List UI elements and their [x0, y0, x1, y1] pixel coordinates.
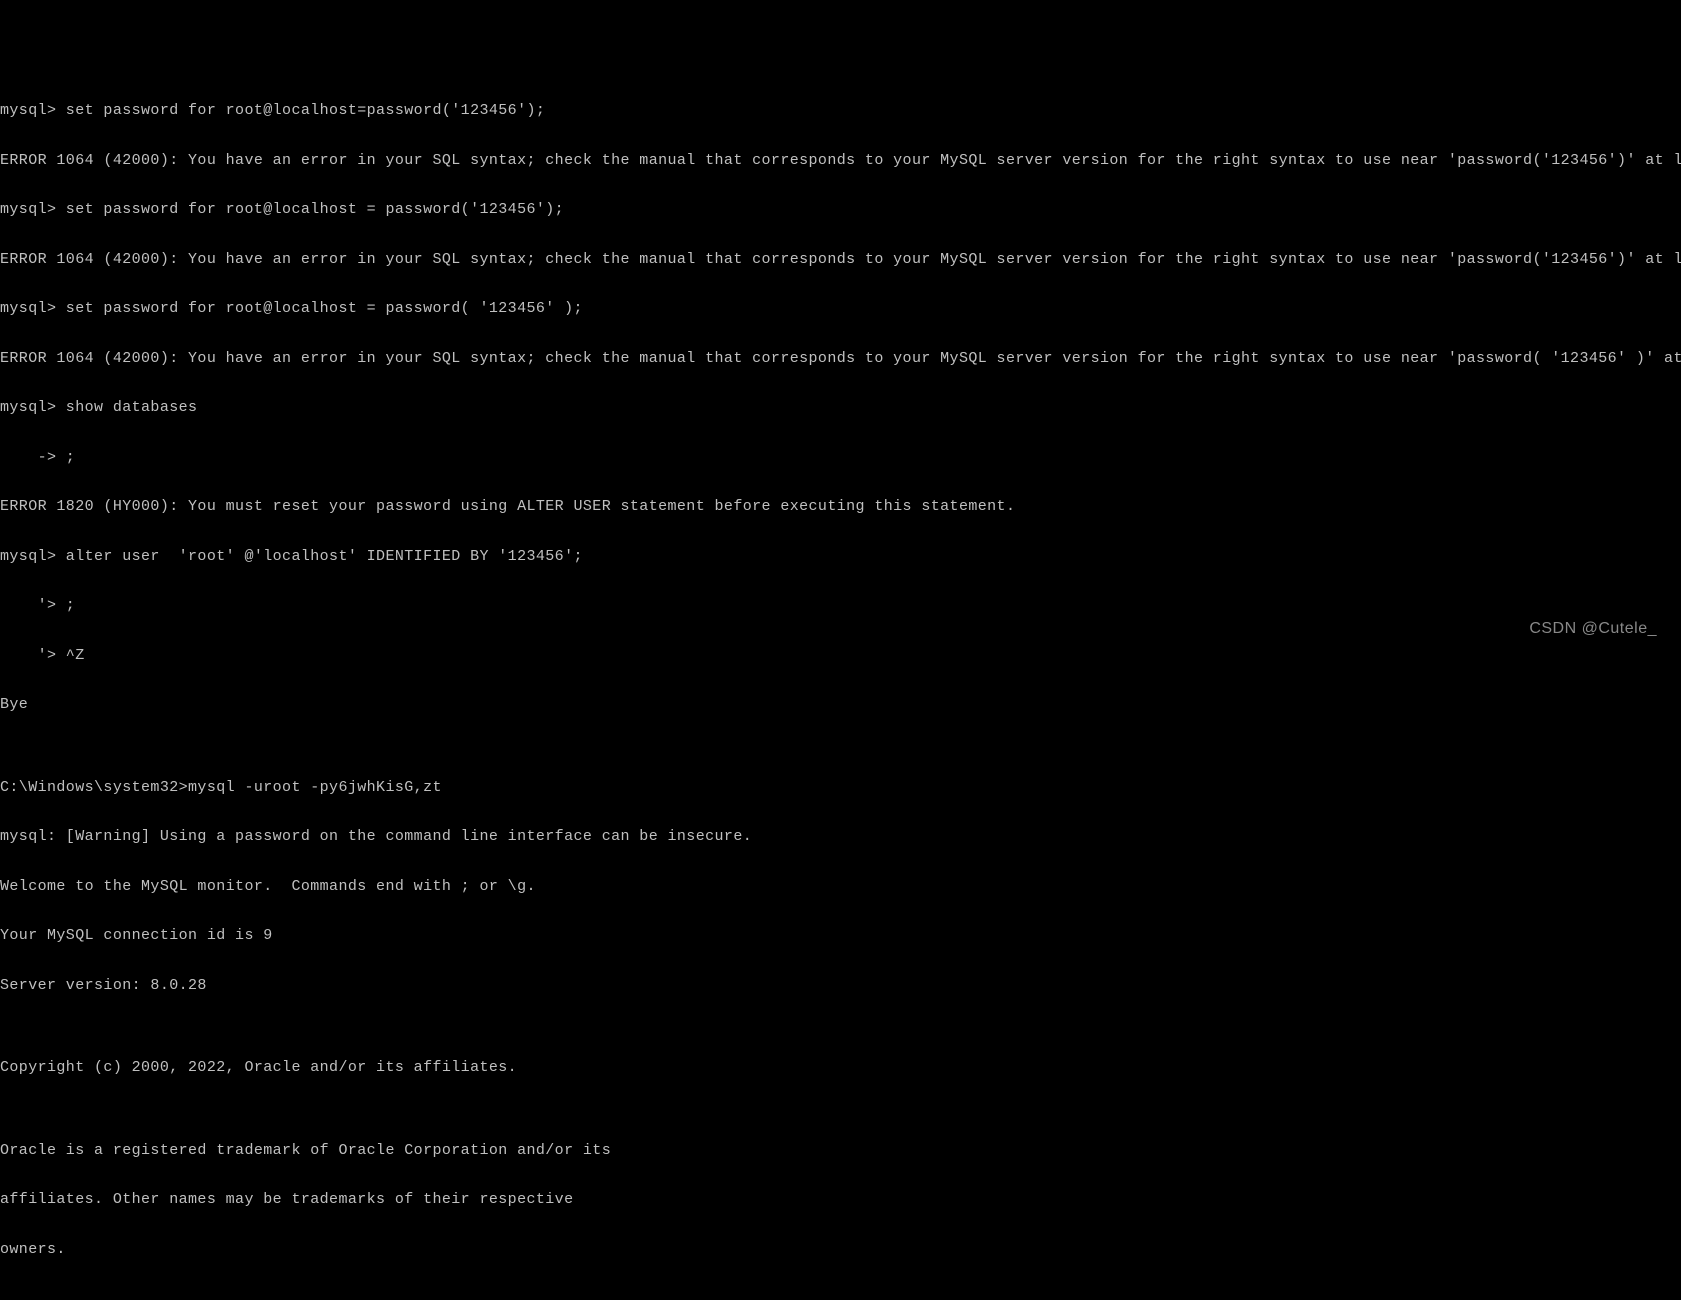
terminal-line: owners. — [0, 1242, 1681, 1259]
terminal-line: Your MySQL connection id is 9 — [0, 928, 1681, 945]
terminal-line: Oracle is a registered trademark of Orac… — [0, 1143, 1681, 1160]
terminal-line: Welcome to the MySQL monitor. Commands e… — [0, 879, 1681, 896]
terminal-line: mysql> set password for root@localhost=p… — [0, 103, 1681, 120]
terminal-line: C:\Windows\system32>mysql -uroot -py6jwh… — [0, 780, 1681, 797]
terminal-line: ERROR 1064 (42000): You have an error in… — [0, 351, 1681, 368]
terminal-line: mysql: [Warning] Using a password on the… — [0, 829, 1681, 846]
terminal-line: Copyright (c) 2000, 2022, Oracle and/or … — [0, 1060, 1681, 1077]
terminal-line: Bye — [0, 697, 1681, 714]
terminal-line: Server version: 8.0.28 — [0, 978, 1681, 995]
terminal-line: mysql> show databases — [0, 400, 1681, 417]
terminal-line: affiliates. Other names may be trademark… — [0, 1192, 1681, 1209]
terminal-line: mysql> alter user 'root' @'localhost' ID… — [0, 549, 1681, 566]
terminal-line: '> ; — [0, 598, 1681, 615]
watermark-text: CSDN @Cutele_ — [1529, 620, 1657, 638]
terminal-line: mysql> set password for root@localhost =… — [0, 301, 1681, 318]
terminal-line: mysql> set password for root@localhost =… — [0, 202, 1681, 219]
terminal-output[interactable]: mysql> set password for root@localhost=p… — [0, 66, 1681, 1300]
terminal-line: ERROR 1064 (42000): You have an error in… — [0, 252, 1681, 269]
terminal-line: -> ; — [0, 450, 1681, 467]
terminal-line: ERROR 1820 (HY000): You must reset your … — [0, 499, 1681, 516]
terminal-line: ERROR 1064 (42000): You have an error in… — [0, 153, 1681, 170]
